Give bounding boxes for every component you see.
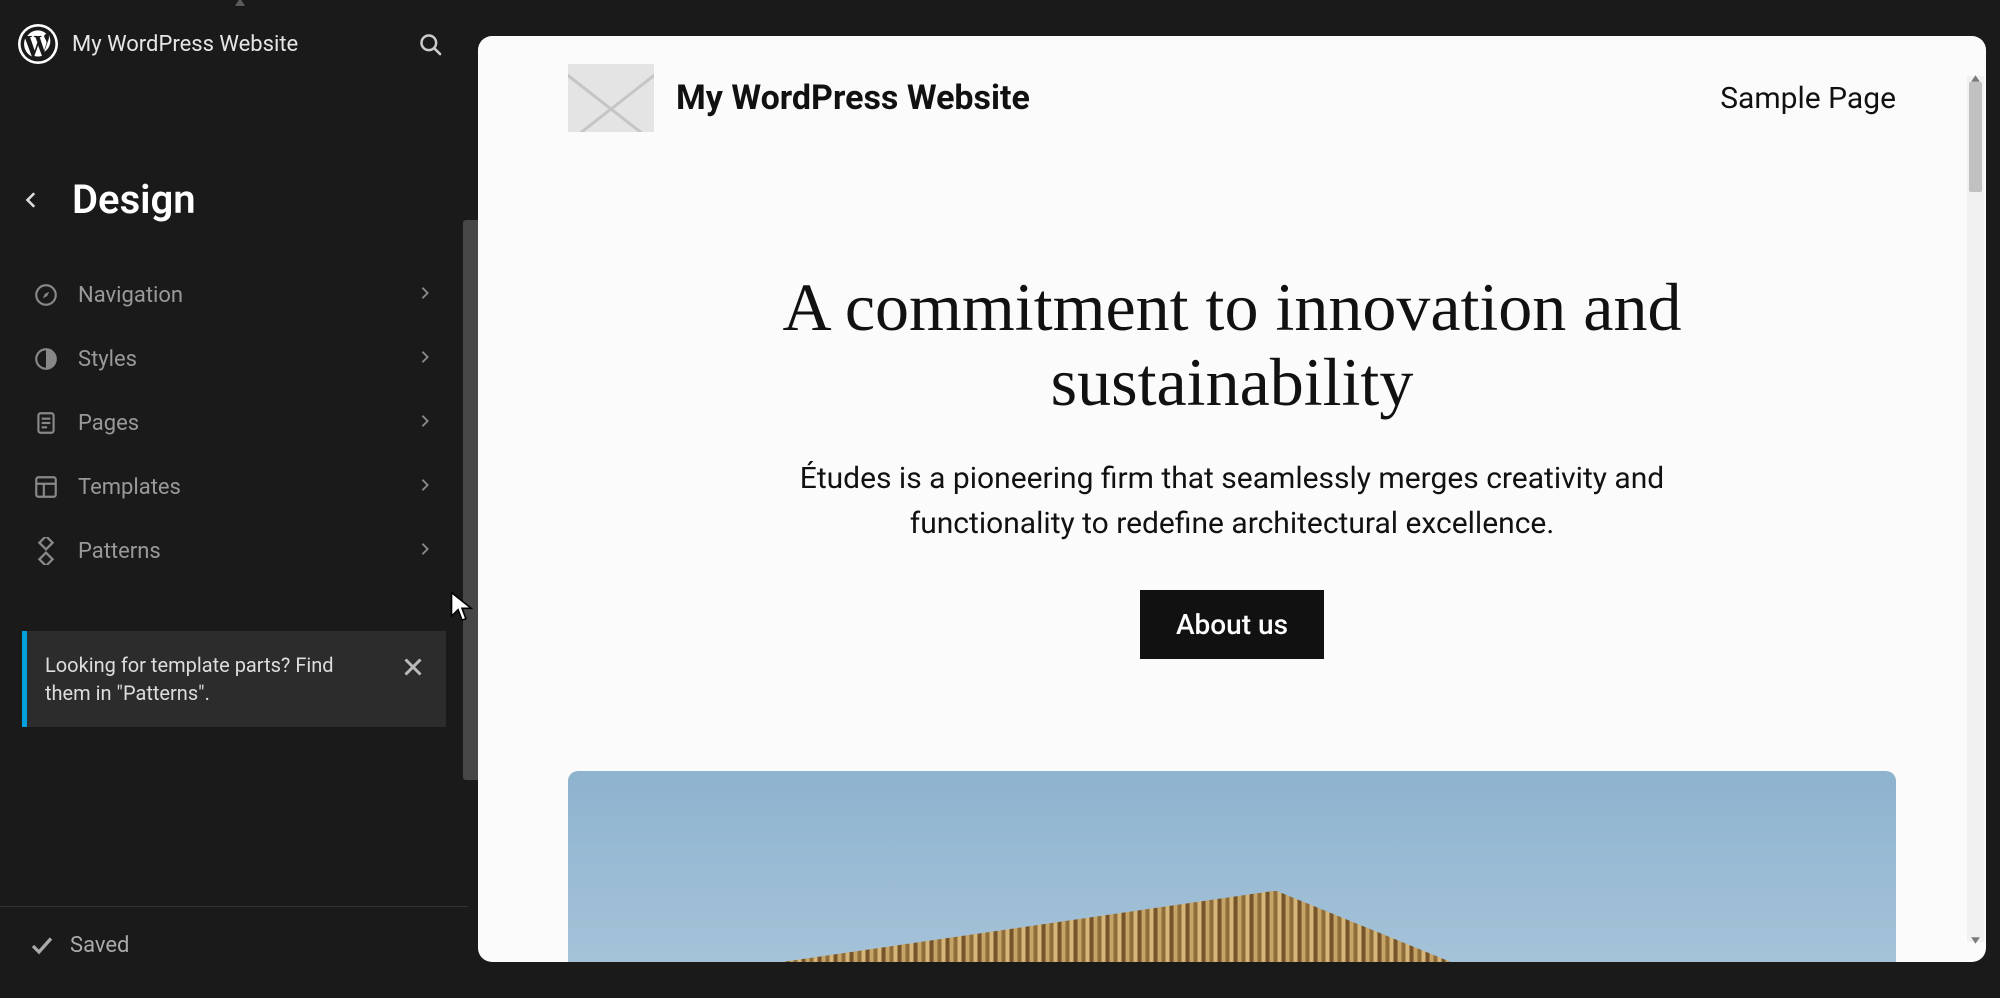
pages-icon (32, 409, 60, 437)
hero-paragraph[interactable]: Études is a pioneering firm that seamles… (772, 456, 1692, 546)
nav-label: Templates (78, 475, 400, 500)
sidebar-item-navigation[interactable]: Navigation (20, 263, 448, 327)
roof-illustration (568, 891, 1896, 962)
panel-title: Design (72, 176, 196, 223)
patterns-icon (32, 537, 60, 565)
contrast-icon (32, 345, 60, 373)
close-icon (401, 655, 425, 679)
saved-status: Saved (70, 933, 129, 958)
sidebar-item-patterns[interactable]: Patterns (20, 519, 448, 583)
page-header: My WordPress Website Sample Page (478, 36, 1986, 160)
hero-section: A commitment to innovation and sustainab… (478, 160, 1986, 699)
design-nav: Navigation Styles Pages (0, 263, 468, 583)
panel-header: Design (0, 88, 468, 263)
sidebar-header: My WordPress Website (0, 0, 468, 88)
search-icon (417, 31, 444, 58)
nav-link-sample-page[interactable]: Sample Page (1720, 81, 1896, 116)
scroll-down-icon (1970, 935, 1981, 946)
nav-label: Pages (78, 411, 400, 436)
chevron-right-icon (418, 286, 436, 304)
back-button[interactable] (16, 184, 48, 216)
about-us-button[interactable]: About us (1140, 590, 1324, 659)
site-logo-placeholder[interactable] (568, 64, 654, 132)
sidebar-item-templates[interactable]: Templates (20, 455, 448, 519)
triangle-up-icon (234, 0, 246, 8)
sidebar-item-styles[interactable]: Styles (20, 327, 448, 391)
page-site-title[interactable]: My WordPress Website (676, 78, 1030, 118)
patterns-notice: Looking for template parts? Find them in… (22, 631, 446, 727)
preview-area: My WordPress Website Sample Page A commi… (468, 0, 2000, 998)
notice-text: Looking for template parts? Find them in… (45, 651, 384, 707)
compass-icon (32, 281, 60, 309)
hero-image[interactable] (568, 771, 1896, 962)
nav-label: Patterns (78, 539, 400, 564)
nav-label: Styles (78, 347, 400, 372)
sidebar: My WordPress Website Design Navigation (0, 0, 468, 998)
search-button[interactable] (410, 24, 450, 64)
chevron-right-icon (418, 350, 436, 368)
preview-scrollbar[interactable] (1967, 76, 1984, 942)
chevron-right-icon (418, 542, 436, 560)
sidebar-item-pages[interactable]: Pages (20, 391, 448, 455)
site-preview[interactable]: My WordPress Website Sample Page A commi… (478, 36, 1986, 962)
chevron-right-icon (418, 414, 436, 432)
hero-heading[interactable]: A commitment to innovation and sustainab… (598, 270, 1866, 420)
chevron-right-icon (418, 478, 436, 496)
nav-label: Navigation (78, 283, 400, 308)
chevron-left-icon (23, 191, 41, 209)
wordpress-logo[interactable] (18, 24, 58, 64)
check-icon (30, 934, 54, 958)
notice-close-button[interactable] (398, 651, 428, 681)
layout-icon (32, 473, 60, 501)
sidebar-footer: Saved (0, 906, 468, 998)
site-name[interactable]: My WordPress Website (72, 32, 298, 57)
scrollbar-thumb[interactable] (1969, 82, 1982, 192)
wordpress-icon (19, 25, 57, 63)
